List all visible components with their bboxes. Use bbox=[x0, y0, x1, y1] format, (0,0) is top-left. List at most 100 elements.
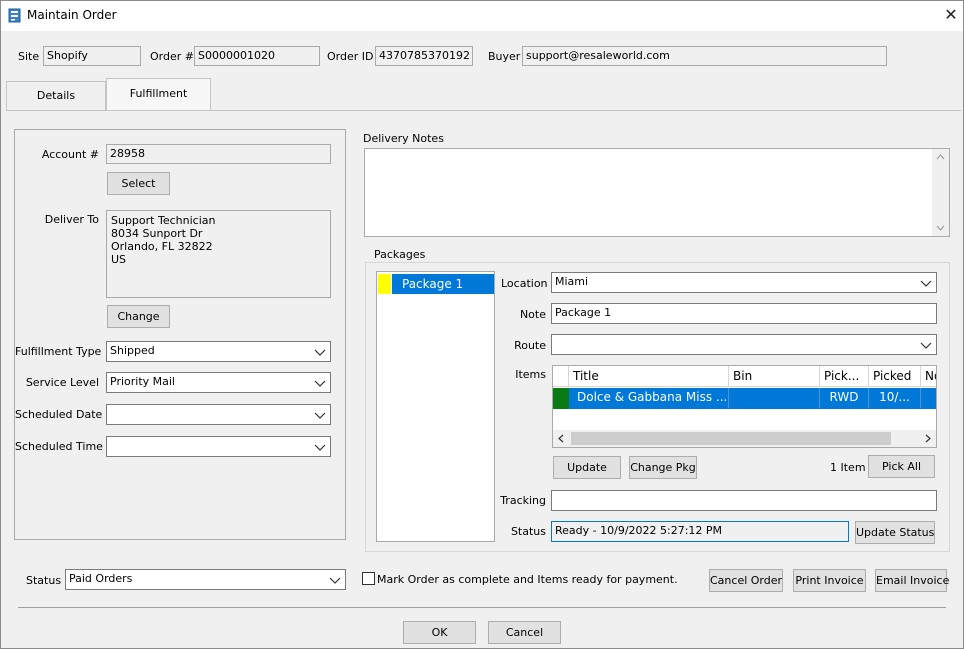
change-pkg-button[interactable]: Change Pkg bbox=[629, 456, 697, 479]
package-name: Package 1 bbox=[392, 274, 494, 294]
status-label: Status bbox=[510, 525, 546, 538]
tab-strip-border bbox=[6, 110, 961, 111]
location-label: Location bbox=[501, 277, 548, 290]
tab-details-label: Details bbox=[36, 89, 76, 102]
item-color-marker bbox=[553, 388, 569, 409]
update-button[interactable]: Update bbox=[553, 456, 621, 479]
item-count: 1 Item bbox=[830, 461, 866, 474]
chevron-down-icon bbox=[314, 349, 326, 356]
order-status-value: Paid Orders bbox=[69, 572, 133, 585]
tab-fulfillment-label: Fulfillment bbox=[129, 87, 188, 100]
items-label: Items bbox=[515, 368, 546, 381]
order-status-label: Status bbox=[26, 574, 62, 587]
chevron-down-icon bbox=[920, 342, 932, 349]
scrollbar-thumb[interactable] bbox=[571, 432, 891, 445]
item-bin-cell bbox=[729, 388, 820, 408]
items-grid-corner bbox=[553, 366, 569, 387]
column-header-pick[interactable]: Pick... bbox=[820, 366, 869, 387]
service-level-value: Priority Mail bbox=[110, 375, 175, 388]
tracking-label: Tracking bbox=[500, 494, 546, 507]
title-bar: Maintain Order ✕ bbox=[1, 1, 963, 31]
service-level-label: Service Level bbox=[25, 376, 99, 389]
address-line: 8034 Sunport Dr bbox=[111, 227, 203, 240]
window-title: Maintain Order bbox=[27, 8, 117, 22]
site-label: Site bbox=[18, 50, 40, 63]
chevron-down-icon bbox=[314, 412, 326, 419]
buyer-field[interactable]: support@resaleworld.com bbox=[522, 46, 887, 66]
address-line: Orlando, FL 32822 bbox=[111, 240, 213, 253]
note-input[interactable]: Package 1 bbox=[551, 303, 937, 324]
column-header-no[interactable]: No bbox=[921, 366, 936, 387]
order-id-field[interactable]: 4370785370192 bbox=[375, 46, 473, 66]
close-icon[interactable]: ✕ bbox=[941, 6, 961, 26]
package-status-field[interactable]: Ready - 10/9/2022 5:27:12 PM bbox=[551, 521, 849, 542]
update-status-button[interactable]: Update Status bbox=[855, 521, 935, 544]
packages-label: Packages bbox=[374, 248, 426, 261]
column-header-picked[interactable]: Picked bbox=[869, 366, 921, 387]
address-line: Support Technician bbox=[111, 214, 216, 227]
scroll-up-icon[interactable] bbox=[936, 154, 945, 160]
package-list-item[interactable]: Package 1 bbox=[378, 274, 494, 294]
order-number-label: Order # bbox=[150, 50, 194, 63]
tab-details[interactable]: Details bbox=[6, 81, 106, 111]
ok-button[interactable]: OK bbox=[403, 621, 476, 644]
fulfillment-type-select[interactable]: Shipped bbox=[106, 341, 331, 362]
app-icon bbox=[8, 8, 21, 23]
cancel-button[interactable]: Cancel bbox=[488, 621, 561, 644]
tab-fulfillment[interactable]: Fulfillment bbox=[106, 78, 211, 111]
service-level-select[interactable]: Priority Mail bbox=[106, 372, 331, 393]
package-list[interactable]: Package 1 bbox=[376, 271, 495, 542]
column-header-title[interactable]: Title bbox=[569, 366, 729, 387]
delivery-notes-textarea[interactable] bbox=[364, 148, 950, 237]
delivery-notes-scrollbar[interactable] bbox=[932, 149, 949, 236]
maintain-order-window: Maintain Order ✕ Site Shopify Order # S0… bbox=[0, 0, 964, 649]
item-pick-cell: RWD bbox=[820, 388, 869, 408]
chevron-down-icon bbox=[920, 280, 932, 287]
account-field[interactable]: 28958 bbox=[106, 144, 331, 164]
footer-divider bbox=[18, 607, 946, 608]
table-row[interactable]: Dolce & Gabbana Miss ... RWD 10/... bbox=[553, 388, 936, 409]
scroll-right-icon[interactable] bbox=[925, 434, 931, 443]
order-number-field[interactable]: S0000001020 bbox=[194, 46, 320, 66]
select-account-button[interactable]: Select bbox=[107, 172, 170, 195]
change-address-button[interactable]: Change bbox=[107, 305, 170, 328]
order-status-select[interactable]: Paid Orders bbox=[65, 569, 346, 590]
location-select[interactable]: Miami bbox=[551, 272, 937, 293]
route-label: Route bbox=[514, 339, 546, 352]
fulfillment-type-label: Fulfillment Type bbox=[15, 345, 102, 358]
scheduled-date-label: Scheduled Date bbox=[15, 408, 103, 421]
item-picked-cell: 10/... bbox=[869, 388, 921, 408]
deliver-to-address[interactable]: Support Technician 8034 Sunport Dr Orlan… bbox=[106, 210, 331, 298]
chevron-down-icon bbox=[329, 577, 341, 584]
customer-panel bbox=[14, 129, 346, 540]
item-title-cell: Dolce & Gabbana Miss ... bbox=[573, 388, 729, 408]
cancel-order-button[interactable]: Cancel Order bbox=[709, 569, 783, 592]
buyer-label: Buyer bbox=[488, 50, 521, 63]
scheduled-time-label: Scheduled Time bbox=[15, 440, 103, 453]
scheduled-date-select[interactable] bbox=[106, 404, 331, 425]
location-value: Miami bbox=[555, 275, 589, 288]
pick-all-button[interactable]: Pick All bbox=[868, 455, 935, 478]
route-select[interactable] bbox=[551, 334, 937, 355]
note-label: Note bbox=[519, 308, 546, 321]
print-invoice-button[interactable]: Print Invoice bbox=[793, 569, 866, 592]
tracking-input[interactable] bbox=[551, 490, 937, 511]
scheduled-time-select[interactable] bbox=[106, 436, 331, 457]
items-grid[interactable]: Title Bin Pick... Picked No Dolce & Gabb… bbox=[552, 365, 937, 448]
items-horizontal-scrollbar[interactable] bbox=[553, 430, 936, 447]
chevron-down-icon bbox=[314, 380, 326, 387]
mark-complete-checkbox[interactable] bbox=[362, 572, 375, 585]
deliver-to-label: Deliver To bbox=[44, 213, 99, 226]
scroll-down-icon[interactable] bbox=[936, 225, 945, 231]
site-field[interactable]: Shopify bbox=[43, 46, 141, 66]
email-invoice-button[interactable]: Email Invoice bbox=[875, 569, 949, 592]
delivery-notes-label: Delivery Notes bbox=[363, 132, 444, 145]
column-header-bin[interactable]: Bin bbox=[729, 366, 820, 387]
scroll-left-icon[interactable] bbox=[558, 434, 564, 443]
package-color-marker bbox=[378, 274, 391, 294]
mark-complete-label[interactable]: Mark Order as complete and Items ready f… bbox=[377, 573, 678, 586]
address-line: US bbox=[111, 253, 127, 266]
chevron-down-icon bbox=[314, 444, 326, 451]
account-label: Account # bbox=[41, 148, 99, 161]
fulfillment-type-value: Shipped bbox=[110, 344, 155, 357]
